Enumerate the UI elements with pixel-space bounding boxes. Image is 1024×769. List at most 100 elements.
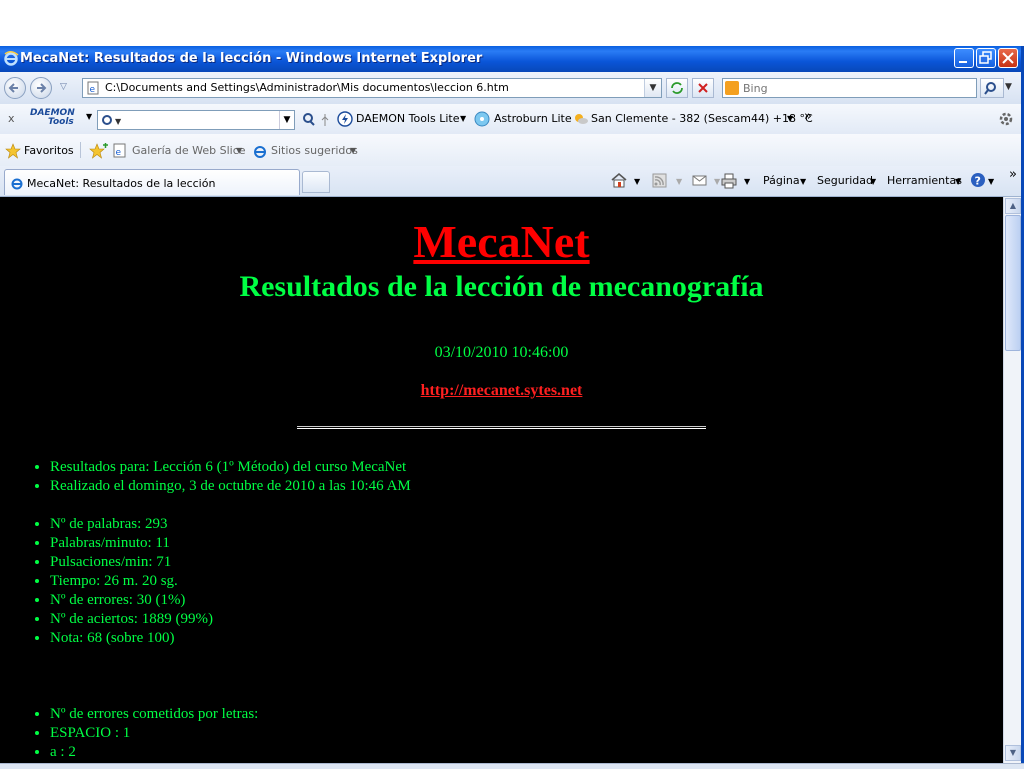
scrollbar-thumb[interactable] [1005,215,1021,351]
minimize-icon [959,61,967,63]
herramientas-dropdown-icon[interactable]: ▼ [955,177,961,186]
list-item: Palabras/minuto: 11 [50,534,213,553]
pagina-dropdown-icon[interactable]: ▼ [800,177,806,186]
search-options-dropdown-icon[interactable]: ▼ [1005,82,1012,92]
daemon-bolt-icon [337,111,353,127]
list-item: Nº de errores: 30 (1%) [50,591,213,610]
back-button[interactable] [4,77,26,99]
close-toolbar-icon[interactable]: x [8,112,15,125]
stop-icon [698,83,708,93]
home-dropdown-icon[interactable]: ▼ [634,177,640,186]
history-dropdown-icon[interactable]: ▽ [60,82,67,92]
desktop-top-area [0,0,1024,46]
home-icon[interactable] [610,172,628,188]
weather-dropdown-icon[interactable]: ▼ [787,114,793,123]
forward-arrow-icon [37,83,47,93]
page-icon: e [87,81,99,95]
sitios-sugeridos-link[interactable]: Sitios sugeridos [271,144,358,157]
favorites-star-icon [5,143,21,159]
seguridad-dropdown-icon[interactable]: ▼ [870,177,876,186]
weather-icon [575,114,588,124]
restore-icon [979,51,992,64]
info-list: Resultados para: Lección 6 (1º Método) d… [0,458,411,496]
svg-text:▼: ▼ [115,117,122,126]
toolbar-settings-icon[interactable] [998,111,1014,127]
weather-widget[interactable]: San Clemente - 382 (Sescam44) +18 °C [591,112,813,125]
maximize-button[interactable] [976,48,996,68]
stop-button[interactable] [692,78,714,98]
print-dropdown-icon[interactable]: ▼ [744,177,750,186]
svg-text:e: e [116,148,122,158]
list-item: Nº de aciertos: 1889 (99%) [50,610,213,629]
combo-dropdown-icon[interactable]: ▼ [279,111,294,129]
separator-grip-icon [321,114,329,126]
search-engine-icon: ▼ [102,115,122,126]
daemon-menu-dropdown-icon[interactable]: ▼ [460,114,466,123]
toolbar-search-combo[interactable]: ▼ ▼ [97,110,295,130]
web-slice-page-icon: e [113,143,126,158]
seguridad-menu[interactable]: Seguridad [817,174,873,187]
new-tab-button[interactable] [302,171,330,193]
help-icon[interactable]: ? [970,172,986,188]
refresh-button[interactable] [666,78,688,98]
galeria-dropdown-icon[interactable]: ▼ [236,146,242,155]
pagina-menu[interactable]: Página [763,174,800,187]
bing-logo-icon [725,81,739,95]
tab-bar: MecaNet: Resultados de la lección ▼ ▼ ▼ … [0,166,1024,197]
close-window-button[interactable] [998,48,1018,68]
list-item: Nota: 68 (sobre 100) [50,629,213,648]
favoritos-button[interactable]: Favoritos [24,144,74,157]
daemon-logo-line2: Tools [48,117,74,127]
list-item: Nº de errores cometidos por letras: [50,705,258,724]
svg-text:e: e [90,85,96,95]
mecanet-link-wrapper: http://mecanet.sytes.net [0,382,1003,400]
search-box[interactable] [722,78,977,98]
refresh-icon [671,82,683,94]
print-icon[interactable] [720,172,738,190]
add-favorites-icon[interactable] [89,143,109,159]
addons-toolbar: x DAEMON Tools ▼ ▼ ▼ DAEMON Tools Lite ▼… [0,104,1024,135]
address-bar[interactable]: e C:\Documents and Settings\Administrado… [82,78,662,98]
favorites-bar: Favoritos e Galería de Web Slice ▼ Sitio… [0,134,1024,166]
toolbar-search-icon[interactable] [301,112,317,128]
help-dropdown-icon[interactable]: ▼ [988,177,994,186]
astroburn-lite-button[interactable]: Astroburn Lite [494,112,572,125]
window-titlebar[interactable]: MecaNet: Resultados de la lección - Wind… [0,46,1024,72]
vertical-scrollbar[interactable]: ▲ ▼ [1003,197,1022,763]
list-item: Tiempo: 26 m. 20 sg. [50,572,213,591]
daemon-tools-lite-button[interactable]: DAEMON Tools Lite [356,112,460,125]
list-item: a : 2 [50,743,258,762]
sitios-dropdown-icon[interactable]: ▼ [350,146,356,155]
list-item: Resultados para: Lección 6 (1º Método) d… [50,458,411,477]
tab-ie-icon [11,178,23,190]
separator [80,142,81,158]
stats-list: Nº de palabras: 293 Palabras/minuto: 11 … [0,515,213,648]
herramientas-menu[interactable]: Herramientas [887,174,962,187]
address-text[interactable]: C:\Documents and Settings\Administrador\… [105,81,509,94]
daemon-dropdown-icon[interactable]: ▼ [86,112,92,121]
feeds-dropdown-icon[interactable]: ▼ [676,177,682,186]
toolbar-chevron-icon[interactable]: » [804,109,812,124]
tab-mecanet[interactable]: MecaNet: Resultados de la lección [4,169,300,195]
close-icon [1002,52,1014,64]
lesson-datetime: 03/10/2010 10:46:00 [434,344,569,361]
window-title: MecaNet: Resultados de la lección - Wind… [20,51,483,66]
scroll-down-arrow-icon[interactable]: ▼ [1005,745,1021,761]
scroll-up-arrow-icon[interactable]: ▲ [1005,198,1021,214]
status-bar [0,763,1024,769]
search-button[interactable] [980,78,1004,98]
forward-button[interactable] [30,77,52,99]
page-content: MecaNet Resultados de la lección de meca… [0,197,1003,763]
feeds-icon[interactable] [652,173,668,189]
minimize-button[interactable] [954,48,974,68]
address-dropdown-button[interactable]: ▼ [644,79,661,97]
page-subtitle: Resultados de la lección de mecanografía [239,270,764,303]
page-title: MecaNet [0,215,1003,268]
command-bar-chevron-icon[interactable]: » [1009,167,1017,182]
galeria-web-slice-link[interactable]: Galería de Web Slice [132,144,246,157]
mail-icon[interactable] [692,174,708,188]
ie-sitios-icon [254,146,266,158]
svg-text:?: ? [975,175,981,188]
search-input[interactable] [743,80,968,96]
mecanet-link[interactable]: http://mecanet.sytes.net [421,382,583,399]
